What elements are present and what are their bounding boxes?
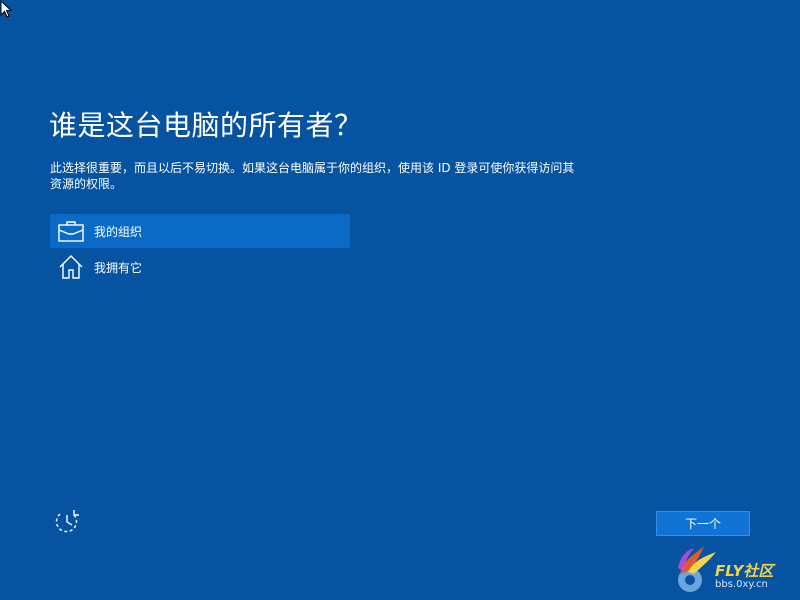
watermark-brand: FLY社区 — [715, 562, 774, 580]
oobe-screen: 谁是这台电脑的所有者？ 此选择很重要，而且以后不易切换。如果这台电脑属于你的组织… — [0, 0, 800, 600]
briefcase-icon — [57, 217, 85, 245]
fly-logo-icon — [678, 546, 716, 592]
watermark-url: bbs.0xy.cn — [715, 579, 768, 590]
mouse-cursor-icon — [0, 0, 12, 18]
option-i-own-it[interactable]: 我拥有它 — [50, 250, 350, 284]
ease-of-access-button[interactable] — [52, 507, 82, 537]
option-label: 我拥有它 — [94, 260, 143, 275]
watermark: FLY社区 bbs.0xy.cn — [674, 540, 798, 596]
home-icon — [57, 253, 85, 281]
option-my-organization[interactable]: 我的组织 — [50, 214, 350, 248]
page-title: 谁是这台电脑的所有者？ — [49, 109, 363, 142]
description-text: 此选择很重要，而且以后不易切换。如果这台电脑属于你的组织，使用该 ID 登录可使… — [50, 161, 575, 191]
next-button[interactable]: 下一个 — [656, 511, 750, 536]
option-label: 我的组织 — [94, 224, 143, 239]
ease-of-access-icon — [55, 510, 79, 533]
